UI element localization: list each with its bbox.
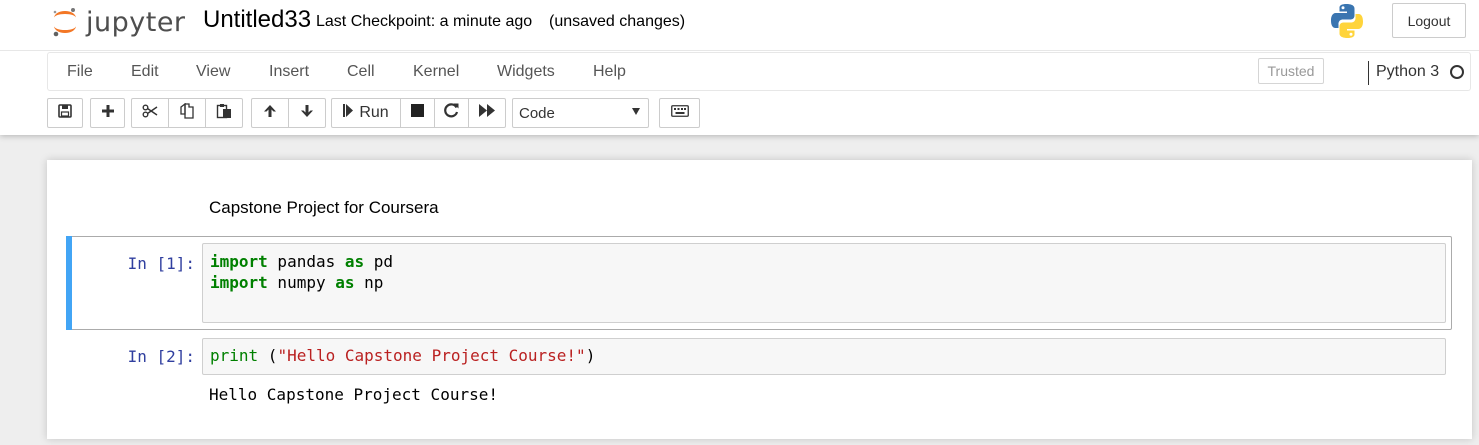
insert-group xyxy=(90,98,125,128)
run-group: Run xyxy=(331,98,506,128)
run-button[interactable]: Run xyxy=(331,98,401,128)
arrow-up-icon xyxy=(263,104,277,123)
notebook-container: Capstone Project for Coursera In [1]: im… xyxy=(47,160,1472,439)
menu-help[interactable]: Help xyxy=(593,63,626,81)
code-line: import pandas as pd xyxy=(210,252,394,271)
arrow-down-icon xyxy=(300,104,314,123)
checkpoint-status: Last Checkpoint: a minute ago xyxy=(316,13,533,30)
input-prompt: In [2]: xyxy=(127,347,195,366)
kernel-divider xyxy=(1368,61,1369,85)
interrupt-button[interactable] xyxy=(400,98,435,128)
menu-file[interactable]: File xyxy=(67,63,93,81)
save-button[interactable] xyxy=(47,98,83,128)
python-logo-icon xyxy=(1328,2,1366,40)
notebook-header: jupyter Untitled33 Last Checkpoint: a mi… xyxy=(0,0,1479,135)
save-icon xyxy=(58,103,72,123)
code-editor[interactable]: print ("Hello Capstone Project Course!") xyxy=(202,338,1446,375)
copy-icon xyxy=(179,102,195,124)
move-up-button[interactable] xyxy=(251,98,289,128)
restart-icon xyxy=(444,103,459,123)
jupyter-logo-icon xyxy=(52,7,78,37)
menubar: File Edit View Insert Cell Kernel Widget… xyxy=(47,52,1471,91)
markdown-cell-text[interactable]: Capstone Project for Coursera xyxy=(209,198,439,218)
menu-widgets[interactable]: Widgets xyxy=(497,63,555,81)
paste-button[interactable] xyxy=(205,98,243,128)
insert-cell-button[interactable] xyxy=(90,98,125,128)
copy-button[interactable] xyxy=(168,98,206,128)
kernel-name[interactable]: Python 3 xyxy=(1376,63,1439,81)
trusted-indicator[interactable]: Trusted xyxy=(1258,58,1324,84)
restart-run-all-button[interactable] xyxy=(468,98,506,128)
run-label: Run xyxy=(359,104,389,121)
jupyter-logo[interactable]: jupyter xyxy=(52,4,186,40)
save-group xyxy=(47,98,83,128)
menu-edit[interactable]: Edit xyxy=(131,63,159,81)
cell-output: Hello Capstone Project Course! xyxy=(209,385,498,404)
selected-cell-indicator xyxy=(66,236,72,330)
keyboard-icon xyxy=(670,104,689,122)
cell-type-select[interactable]: Code xyxy=(512,98,649,128)
cell-type-value: Code xyxy=(519,104,555,122)
jupyter-wordmark: jupyter xyxy=(86,6,186,38)
kernel-idle-icon xyxy=(1450,65,1464,79)
command-palette-button[interactable] xyxy=(659,98,700,128)
menu-insert[interactable]: Insert xyxy=(269,63,309,81)
move-down-button[interactable] xyxy=(288,98,326,128)
menu-kernel[interactable]: Kernel xyxy=(413,63,459,81)
move-group xyxy=(251,98,326,128)
command-palette-group xyxy=(659,98,700,128)
code-line: print ("Hello Capstone Project Course!") xyxy=(210,346,596,365)
menu-view[interactable]: View xyxy=(196,63,230,81)
input-prompt: In [1]: xyxy=(127,254,195,273)
paste-icon xyxy=(216,103,232,124)
header-divider xyxy=(0,50,1479,51)
restart-button[interactable] xyxy=(434,98,469,128)
plus-icon xyxy=(101,104,115,123)
caret-down-icon xyxy=(632,108,640,115)
stop-icon xyxy=(411,104,424,122)
code-line: import numpy as np xyxy=(210,273,384,292)
logout-button[interactable]: Logout xyxy=(1392,3,1466,38)
notebook-name[interactable]: Untitled33 xyxy=(203,6,311,34)
cut-button[interactable] xyxy=(131,98,169,128)
fast-forward-icon xyxy=(479,104,495,122)
menu-cell[interactable]: Cell xyxy=(347,63,375,81)
autosave-status: (unsaved changes) xyxy=(549,13,686,30)
cut-icon xyxy=(142,104,158,123)
step-forward-icon xyxy=(343,104,354,122)
code-editor[interactable]: import pandas as pd import numpy as np xyxy=(202,243,1446,323)
edit-group xyxy=(131,98,243,128)
